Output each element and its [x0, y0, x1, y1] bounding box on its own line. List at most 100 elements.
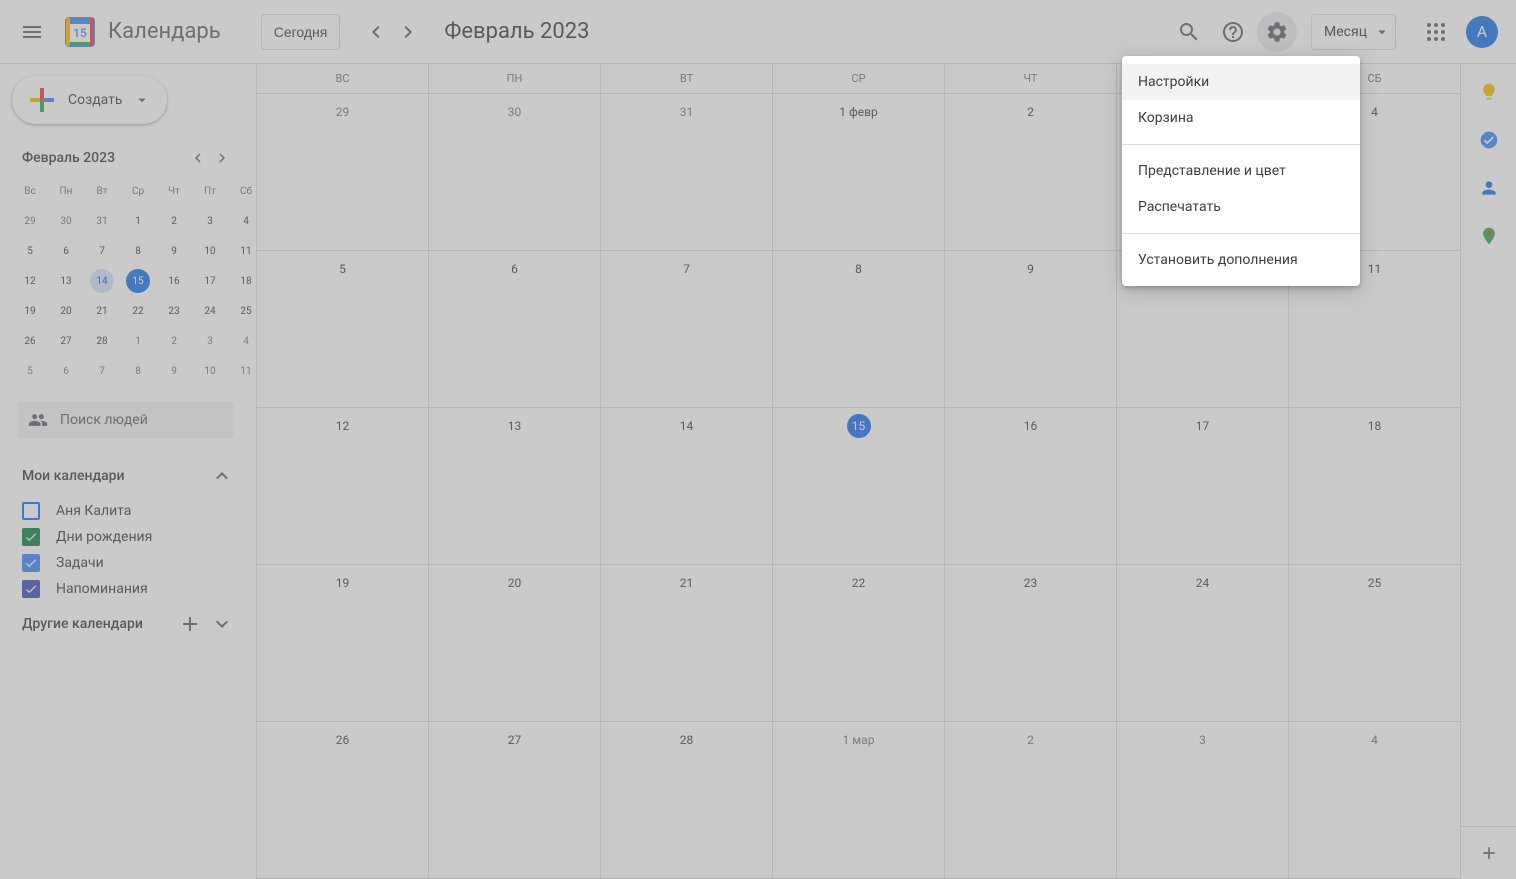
view-switcher[interactable]: Месяц	[1311, 14, 1396, 50]
grid-day-cell[interactable]: 28	[600, 722, 772, 879]
grid-day-cell[interactable]: 29	[256, 94, 428, 251]
prev-period-button[interactable]	[360, 16, 392, 48]
maps-icon[interactable]	[1479, 226, 1499, 246]
next-period-button[interactable]	[392, 16, 424, 48]
mini-day-cell[interactable]: 11	[228, 236, 256, 266]
calendar-checkbox[interactable]	[22, 528, 40, 546]
mini-day-cell[interactable]: 3	[192, 326, 228, 356]
mini-day-cell[interactable]: 2	[156, 206, 192, 236]
mini-day-cell[interactable]: 14	[84, 266, 120, 296]
mini-day-cell[interactable]: 10	[192, 236, 228, 266]
account-avatar[interactable]: А	[1466, 16, 1498, 48]
grid-day-cell[interactable]: 17	[1116, 408, 1288, 565]
mini-day-cell[interactable]: 19	[12, 296, 48, 326]
mini-day-cell[interactable]: 22	[120, 296, 156, 326]
grid-day-cell[interactable]: 30	[428, 94, 600, 251]
keep-icon[interactable]	[1479, 82, 1499, 102]
mini-day-cell[interactable]: 7	[84, 236, 120, 266]
mini-day-cell[interactable]: 28	[84, 326, 120, 356]
mini-prev-button[interactable]	[186, 146, 210, 170]
mini-day-cell[interactable]: 16	[156, 266, 192, 296]
grid-day-cell[interactable]: 22	[772, 565, 944, 722]
settings-menu-item[interactable]: Представление и цвет	[1122, 153, 1360, 189]
settings-menu-item[interactable]: Установить дополнения	[1122, 242, 1360, 278]
mini-day-cell[interactable]: 12	[12, 266, 48, 296]
mini-day-cell[interactable]: 13	[48, 266, 84, 296]
search-button[interactable]	[1169, 12, 1209, 52]
grid-day-cell[interactable]: 23	[944, 565, 1116, 722]
mini-day-cell[interactable]: 25	[228, 296, 256, 326]
grid-day-cell[interactable]: 25	[1288, 565, 1460, 722]
mini-day-cell[interactable]: 9	[156, 356, 192, 386]
mini-day-cell[interactable]: 20	[48, 296, 84, 326]
mini-day-cell[interactable]: 1	[120, 326, 156, 356]
mini-day-cell[interactable]: 7	[84, 356, 120, 386]
my-calendars-header[interactable]: Мои календари	[8, 454, 240, 498]
mini-day-cell[interactable]: 24	[192, 296, 228, 326]
grid-day-cell[interactable]: 20	[428, 565, 600, 722]
mini-day-cell[interactable]: 30	[48, 206, 84, 236]
grid-day-cell[interactable]: 3	[1116, 722, 1288, 879]
grid-day-cell[interactable]: 18	[1288, 408, 1460, 565]
calendar-list-item[interactable]: Дни рождения	[8, 524, 240, 550]
grid-day-cell[interactable]: 27	[428, 722, 600, 879]
calendar-list-item[interactable]: Задачи	[8, 550, 240, 576]
calendar-checkbox[interactable]	[22, 554, 40, 572]
tasks-icon[interactable]	[1479, 130, 1499, 150]
grid-day-cell[interactable]: 15	[772, 408, 944, 565]
grid-day-cell[interactable]: 8	[772, 251, 944, 408]
grid-day-cell[interactable]: 2	[944, 94, 1116, 251]
settings-menu-item[interactable]: Корзина	[1122, 100, 1360, 136]
grid-day-cell[interactable]: 5	[256, 251, 428, 408]
mini-next-button[interactable]	[210, 146, 234, 170]
grid-day-cell[interactable]: 24	[1116, 565, 1288, 722]
grid-day-cell[interactable]: 1 февр	[772, 94, 944, 251]
main-menu-button[interactable]	[8, 8, 56, 56]
calendar-list-item[interactable]: Аня Калита	[8, 498, 240, 524]
mini-day-cell[interactable]: 18	[228, 266, 256, 296]
mini-day-cell[interactable]: 6	[48, 356, 84, 386]
mini-day-cell[interactable]: 1	[120, 206, 156, 236]
grid-day-cell[interactable]: 12	[256, 408, 428, 565]
grid-day-cell[interactable]: 9	[944, 251, 1116, 408]
create-button[interactable]: Создать	[12, 76, 167, 124]
add-addon-icon[interactable]	[1479, 843, 1499, 863]
mini-day-cell[interactable]: 4	[228, 206, 256, 236]
mini-day-cell[interactable]: 10	[192, 356, 228, 386]
mini-day-cell[interactable]: 26	[12, 326, 48, 356]
mini-day-cell[interactable]: 23	[156, 296, 192, 326]
mini-day-cell[interactable]: 15	[120, 266, 156, 296]
mini-day-cell[interactable]: 9	[156, 236, 192, 266]
grid-day-cell[interactable]: 4	[1288, 722, 1460, 879]
grid-day-cell[interactable]: 2	[944, 722, 1116, 879]
people-search[interactable]: Поиск людей	[18, 402, 234, 438]
grid-day-cell[interactable]: 6	[428, 251, 600, 408]
google-apps-button[interactable]	[1416, 12, 1456, 52]
mini-day-cell[interactable]: 31	[84, 206, 120, 236]
other-calendars-header[interactable]: Другие календари	[8, 602, 240, 646]
grid-day-cell[interactable]: 21	[600, 565, 772, 722]
mini-day-cell[interactable]: 27	[48, 326, 84, 356]
mini-day-cell[interactable]: 2	[156, 326, 192, 356]
today-button[interactable]: Сегодня	[261, 14, 341, 50]
mini-day-cell[interactable]: 3	[192, 206, 228, 236]
grid-day-cell[interactable]: 19	[256, 565, 428, 722]
help-button[interactable]	[1213, 12, 1253, 52]
grid-day-cell[interactable]: 13	[428, 408, 600, 565]
contacts-icon[interactable]	[1479, 178, 1499, 198]
mini-day-cell[interactable]: 6	[48, 236, 84, 266]
grid-day-cell[interactable]: 1 мар	[772, 722, 944, 879]
mini-day-cell[interactable]: 4	[228, 326, 256, 356]
mini-day-cell[interactable]: 11	[228, 356, 256, 386]
mini-day-cell[interactable]: 8	[120, 356, 156, 386]
mini-day-cell[interactable]: 21	[84, 296, 120, 326]
calendar-checkbox[interactable]	[22, 502, 40, 520]
grid-day-cell[interactable]: 7	[600, 251, 772, 408]
app-logo[interactable]: 15 Календарь	[60, 12, 221, 52]
mini-day-cell[interactable]: 17	[192, 266, 228, 296]
mini-day-cell[interactable]: 5	[12, 236, 48, 266]
grid-day-cell[interactable]: 16	[944, 408, 1116, 565]
grid-day-cell[interactable]: 26	[256, 722, 428, 879]
grid-day-cell[interactable]: 31	[600, 94, 772, 251]
calendar-checkbox[interactable]	[22, 580, 40, 598]
